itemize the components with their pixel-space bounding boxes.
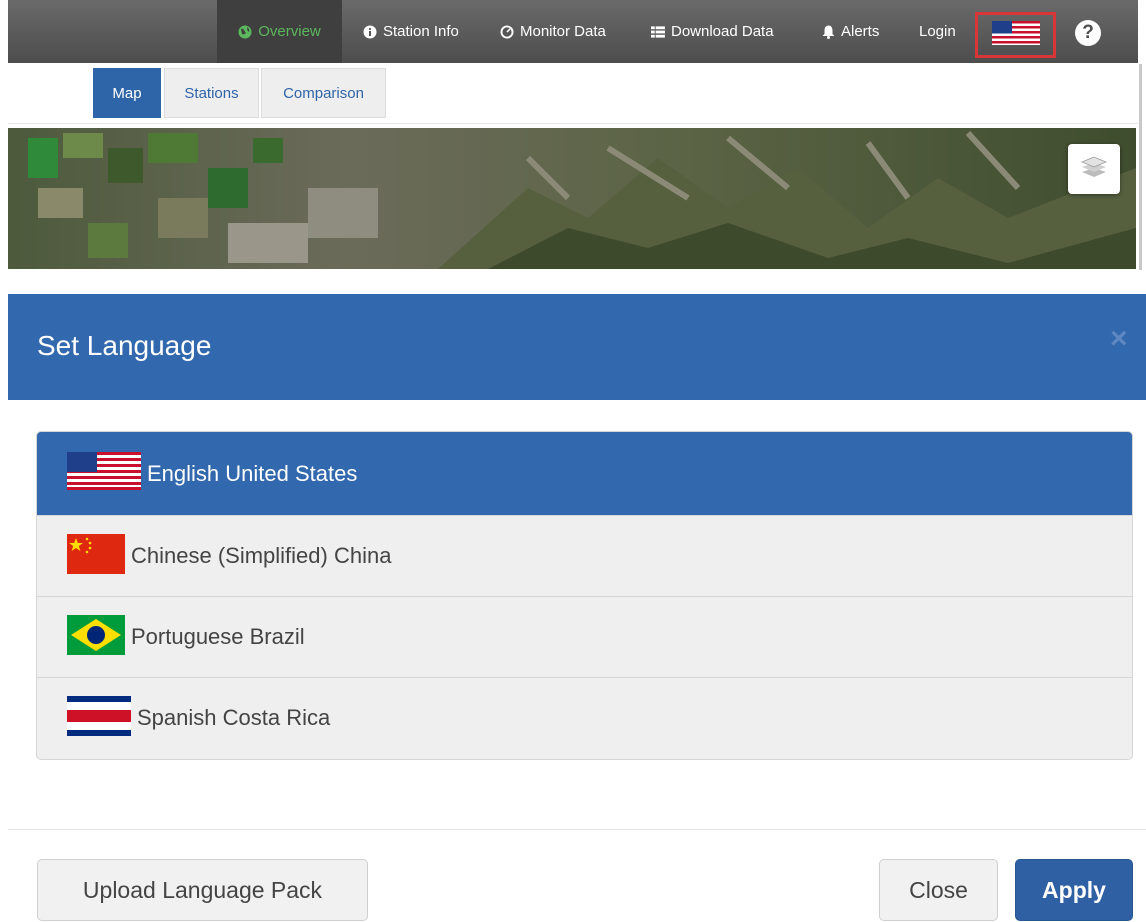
language-label: English United States <box>147 460 358 486</box>
tab-stations-label: Stations <box>184 84 239 102</box>
language-list: English United States Chinese (Simplifie… <box>36 431 1133 760</box>
globe-icon <box>238 25 252 39</box>
nav-download-data[interactable]: Download Data <box>651 0 774 63</box>
nav-monitor-data-label: Monitor Data <box>520 23 606 40</box>
language-label: Chinese (Simplified) China <box>131 543 392 568</box>
nav-login[interactable]: Login <box>919 0 956 63</box>
modal-title: Set Language <box>37 330 212 361</box>
help-button[interactable]: ? <box>1075 20 1101 46</box>
tab-map-label: Map <box>112 84 142 102</box>
language-option-chinese-china[interactable]: Chinese (Simplified) China <box>37 515 1132 596</box>
apply-button[interactable]: Apply <box>1015 859 1133 921</box>
language-selector-button[interactable] <box>975 12 1056 58</box>
modal-close-icon[interactable]: × <box>1110 322 1128 356</box>
tabs-divider <box>8 123 1138 124</box>
help-label: ? <box>1082 22 1094 43</box>
tab-comparison[interactable]: Comparison <box>261 68 386 118</box>
us-flag-icon <box>991 20 1040 50</box>
layers-icon <box>1080 155 1108 184</box>
china-flag-icon <box>67 533 125 579</box>
nav-login-label: Login <box>919 23 956 40</box>
apply-button-label: Apply <box>1042 876 1106 903</box>
language-option-english-us[interactable]: English United States <box>37 432 1132 515</box>
tab-stations[interactable]: Stations <box>164 68 259 118</box>
nav-monitor-data[interactable]: Monitor Data <box>500 0 606 63</box>
bell-icon <box>821 25 835 39</box>
language-option-portuguese-brazil[interactable]: Portuguese Brazil <box>37 596 1132 677</box>
map-layers-button[interactable] <box>1068 144 1120 194</box>
tab-comparison-label: Comparison <box>283 84 364 102</box>
language-label: Portuguese Brazil <box>131 624 305 649</box>
nav-station-info-label: Station Info <box>383 23 459 40</box>
list-icon <box>651 25 665 39</box>
nav-alerts-label: Alerts <box>841 23 880 40</box>
nav-download-data-label: Download Data <box>671 23 774 40</box>
us-flag-icon <box>67 452 141 495</box>
brazil-flag-icon <box>67 614 125 660</box>
language-label: Spanish Costa Rica <box>137 705 331 730</box>
modal-footer-divider <box>8 829 1146 830</box>
dashboard-icon <box>500 25 514 39</box>
tab-map[interactable]: Map <box>93 68 161 118</box>
upload-language-pack-label: Upload Language Pack <box>82 876 323 903</box>
upload-language-pack-button[interactable]: Upload Language Pack <box>37 859 368 921</box>
close-button[interactable]: Close <box>879 859 998 921</box>
satellite-map[interactable] <box>8 128 1136 269</box>
costa-rica-flag-icon <box>67 695 131 741</box>
nav-overview[interactable]: Overview <box>217 0 342 63</box>
info-icon <box>363 25 377 39</box>
language-option-spanish-costa-rica[interactable]: Spanish Costa Rica <box>37 677 1132 758</box>
nav-station-info[interactable]: Station Info <box>363 0 459 63</box>
nav-overview-label: Overview <box>258 23 321 40</box>
nav-alerts[interactable]: Alerts <box>821 0 879 63</box>
close-button-label: Close <box>909 876 968 903</box>
page-scrollbar[interactable] <box>1139 64 1142 270</box>
